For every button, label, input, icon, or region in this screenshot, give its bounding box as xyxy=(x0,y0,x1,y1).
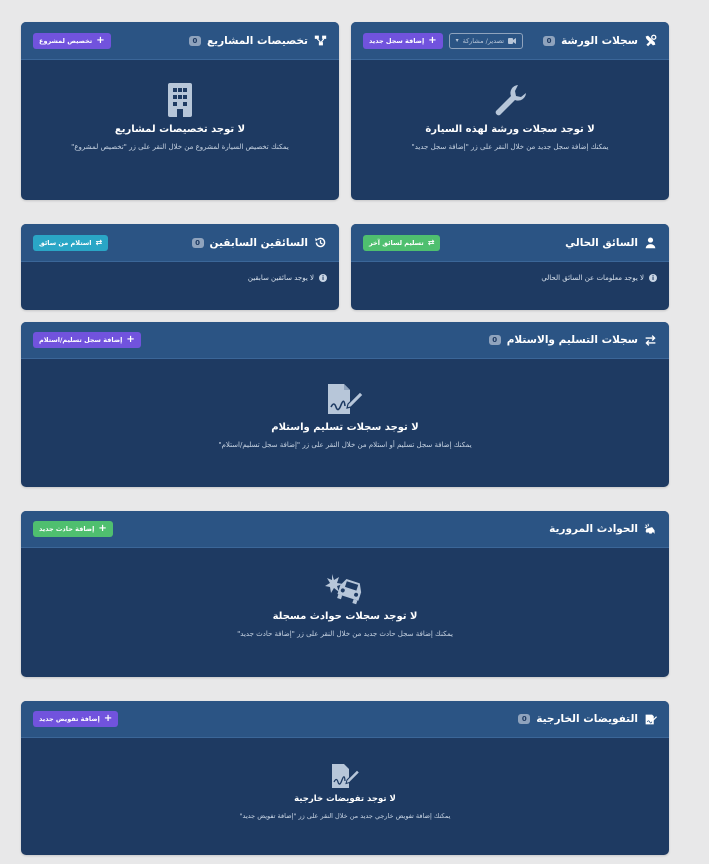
car-crash-icon xyxy=(644,523,655,535)
handover-records-count: 0 xyxy=(488,335,501,345)
external-authorizations-title: التفويضات الخارجية xyxy=(536,713,638,725)
workshop-empty-desc: يمكنك إضافة سجل جديد من خلال النقر على ز… xyxy=(411,143,609,151)
receive-from-driver-label: استلام من سائق xyxy=(39,238,92,247)
allocate-project-button[interactable]: + تخصيص لمشروع xyxy=(33,32,111,49)
authorizations-empty-desc: يمكنك إضافة تفويض خارجي جديد من خلال الن… xyxy=(239,812,451,820)
receive-from-driver-button[interactable]: ⇄ استلام من سائق xyxy=(33,234,109,251)
export-share-label: تصدير/ مشاركة xyxy=(462,36,505,45)
accidents-empty-title: لا توجد سجلات حوادث مسجلة xyxy=(272,611,418,622)
authorizations-empty-state: لا توجد تفويضات خارجية يمكنك إضافة تفويض… xyxy=(21,763,669,820)
previous-drivers-header: السائقين السابقين 0 ⇄ استلام من سائق xyxy=(21,224,339,262)
add-workshop-record-button[interactable]: + إضافة سجل جديد xyxy=(363,32,443,49)
previous-drivers-info: i لا يوجد سائقين سابقين xyxy=(248,274,327,282)
export-share-button[interactable]: تصدير/ مشاركة ▾ xyxy=(448,32,524,49)
assign-driver-button[interactable]: ⇄ تسليم لسائق آخر xyxy=(363,234,441,251)
allocate-project-label: تخصيص لمشروع xyxy=(39,36,93,45)
current-driver-info: i لا يوجد معلومات عن السائق الحالي xyxy=(541,274,657,282)
exchange-icon xyxy=(645,334,656,346)
workshop-records-count: 0 xyxy=(543,35,556,46)
add-authorization-button[interactable]: + إضافة تفويض جديد xyxy=(33,711,119,727)
exchange-icon: ⇄ xyxy=(95,238,103,247)
previous-drivers-title: السائقين السابقين xyxy=(209,236,308,249)
previous-drivers-info-text: لا يوجد سائقين سابقين xyxy=(247,274,314,282)
add-handover-record-button[interactable]: + إضافة سجل تسليم/استلام xyxy=(33,332,141,348)
workshop-empty-title: لا توجد سجلات ورشة لهذه السيارة xyxy=(425,124,595,135)
video-icon xyxy=(508,37,517,44)
plus-icon: + xyxy=(126,334,135,345)
exchange-icon: ⇄ xyxy=(427,238,435,247)
external-authorizations-card: التفويضات الخارجية 0 + إضافة تفويض جديد … xyxy=(21,701,669,855)
traffic-accidents-card: الحوادث المرورية + إضافة حادث جديد لا تو… xyxy=(21,511,669,677)
assign-driver-label: تسليم لسائق آخر xyxy=(369,238,424,247)
project-allocations-header: تخصيصات المشاريع 0 + تخصيص لمشروع xyxy=(21,22,339,60)
handover-empty-state: لا توجد سجلات تسليم واستلام يمكنك إضافة … xyxy=(21,382,669,449)
building-icon xyxy=(168,83,192,117)
handover-records-title: سجلات التسليم والاستلام xyxy=(506,334,638,346)
external-authorizations-count: 0 xyxy=(518,714,531,724)
project-allocations-title: تخصيصات المشاريع xyxy=(206,34,308,47)
current-driver-header: السائق الحالي ⇄ تسليم لسائق آخر xyxy=(351,224,669,262)
info-icon: i xyxy=(649,274,657,282)
previous-drivers-count: 0 xyxy=(191,237,204,248)
history-icon xyxy=(315,237,326,248)
plus-icon: + xyxy=(98,523,107,534)
project-allocations-card: تخصيصات المشاريع 0 + تخصيص لمشروع لا توج… xyxy=(21,22,339,200)
external-authorizations-header: التفويضات الخارجية 0 + إضافة تفويض جديد xyxy=(21,701,669,738)
car-crash-large-icon xyxy=(325,574,362,605)
plus-icon: + xyxy=(103,713,113,724)
project-allocations-count: 0 xyxy=(188,35,201,46)
workshop-records-title: سجلات الورشة xyxy=(561,34,638,47)
current-driver-info-text: لا يوجد معلومات عن السائق الحالي xyxy=(541,274,644,282)
current-driver-card: السائق الحالي ⇄ تسليم لسائق آخر i لا يوج… xyxy=(351,224,669,310)
signature-icon xyxy=(645,714,657,724)
project-diagram-icon xyxy=(314,35,327,46)
traffic-accidents-title: الحوادث المرورية xyxy=(549,523,638,535)
workshop-records-card: سجلات الورشة 0 تصدير/ مشاركة ▾ + إضافة س… xyxy=(351,22,669,200)
wrench-icon xyxy=(495,85,526,116)
handover-empty-desc: يمكنك إضافة سجل تسليم أو استلام من خلال … xyxy=(218,441,472,449)
previous-drivers-card: السائقين السابقين 0 ⇄ استلام من سائق i ل… xyxy=(21,224,339,310)
tools-icon xyxy=(645,34,657,47)
add-accident-label: إضافة حادث جديد xyxy=(39,525,95,533)
add-workshop-record-label: إضافة سجل جديد xyxy=(369,36,425,45)
handover-records-header: سجلات التسليم والاستلام 0 + إضافة سجل تس… xyxy=(21,322,669,359)
workshop-empty-state: لا توجد سجلات ورشة لهذه السيارة يمكنك إض… xyxy=(351,82,669,151)
user-icon xyxy=(645,237,656,249)
projects-empty-state: لا توجد تخصيصات لمشاريع يمكنك تخصيص السي… xyxy=(21,82,339,151)
add-accident-button[interactable]: + إضافة حادث جديد xyxy=(33,521,113,537)
traffic-accidents-header: الحوادث المرورية + إضافة حادث جديد xyxy=(21,511,669,548)
accidents-empty-desc: يمكنك إضافة سجل حادث جديد من خلال النقر … xyxy=(237,630,453,638)
workshop-records-header: سجلات الورشة 0 تصدير/ مشاركة ▾ + إضافة س… xyxy=(351,22,669,60)
handover-records-card: سجلات التسليم والاستلام 0 + إضافة سجل تس… xyxy=(21,322,669,487)
plus-icon: + xyxy=(428,34,437,46)
authorizations-empty-title: لا توجد تفويضات خارجية xyxy=(294,794,396,804)
handover-empty-title: لا توجد سجلات تسليم واستلام xyxy=(271,422,419,433)
accidents-empty-state: لا توجد سجلات حوادث مسجلة يمكنك إضافة سج… xyxy=(21,571,669,638)
plus-icon: + xyxy=(96,34,105,46)
add-handover-record-label: إضافة سجل تسليم/استلام xyxy=(39,336,123,344)
info-icon: i xyxy=(319,274,327,282)
add-authorization-label: إضافة تفويض جديد xyxy=(39,715,100,723)
current-driver-title: السائق الحالي xyxy=(565,236,638,249)
chevron-down-icon: ▾ xyxy=(455,37,459,44)
file-signature-icon xyxy=(328,384,364,414)
file-signature-icon xyxy=(332,764,360,788)
projects-empty-desc: يمكنك تخصيص السيارة لمشروع من خلال النقر… xyxy=(71,143,289,151)
projects-empty-title: لا توجد تخصيصات لمشاريع xyxy=(114,124,246,135)
